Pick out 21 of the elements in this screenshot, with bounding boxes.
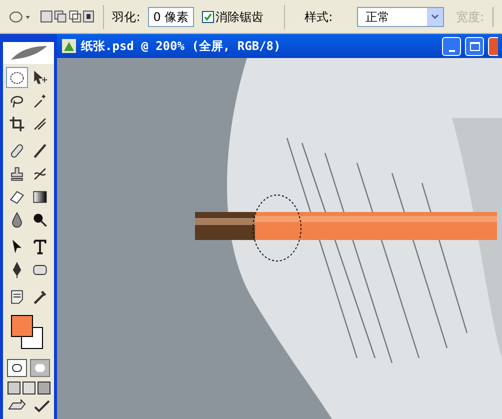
selection-mode-icons[interactable] — [40, 8, 96, 24]
antialias-checkbox[interactable] — [202, 10, 214, 22]
minimize-button[interactable] — [442, 36, 461, 56]
feather-field[interactable]: 0 像素 — [148, 6, 194, 26]
ellipse-marquee-icon[interactable] — [6, 67, 28, 88]
close-button[interactable] — [488, 36, 498, 56]
jump-to-icon[interactable] — [6, 399, 50, 413]
width-field[interactable] — [492, 6, 494, 26]
antialias-label[interactable]: 消除锯齿 — [216, 8, 264, 26]
standard-mode-button[interactable] — [7, 359, 27, 377]
screen-mode-icons[interactable] — [6, 381, 50, 395]
dropdown-caret-icon[interactable] — [426, 8, 443, 26]
style-dropdown[interactable]: 正常 — [356, 6, 444, 26]
ellipse-marquee-icon[interactable] — [8, 10, 32, 24]
psd-file-icon — [61, 38, 77, 54]
feather-label: 羽化: — [112, 8, 140, 26]
document-title: 纸张.psd @ 200% (全屏, RGB/8) — [81, 38, 281, 55]
style-label: 样式: — [304, 8, 333, 26]
width-label: 宽度: — [456, 8, 484, 26]
quick-mask-button[interactable] — [30, 359, 50, 377]
maximize-button[interactable] — [465, 36, 484, 56]
